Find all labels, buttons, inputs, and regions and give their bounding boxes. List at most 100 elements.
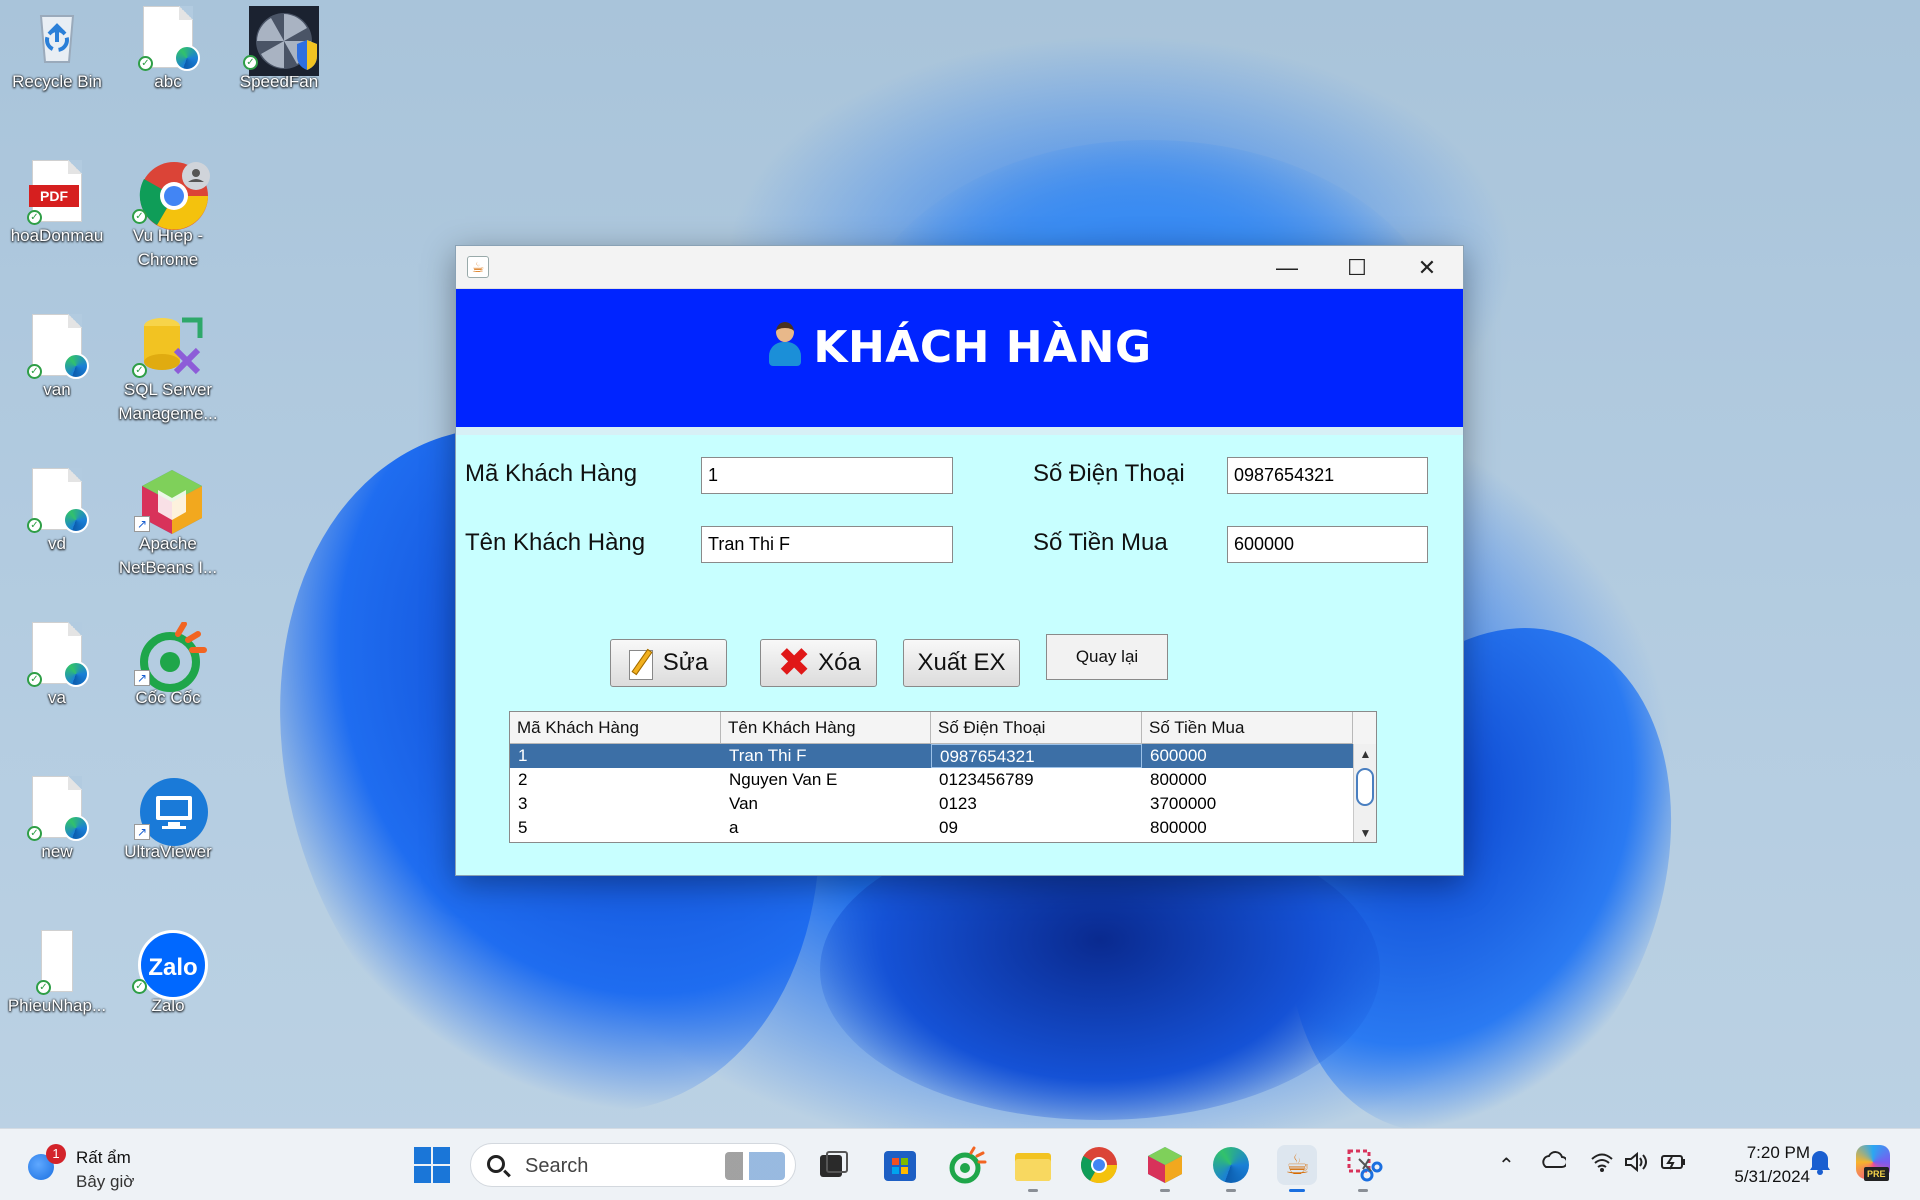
column-header-so-dien-thoai[interactable]: Số Điện Thoại (931, 712, 1142, 744)
xuat-excel-button[interactable]: Xuất EX (903, 639, 1020, 687)
desktop-icon-label: Recycle Bin (12, 72, 102, 91)
page-title: KHÁCH HÀNG (456, 322, 1463, 373)
desktop-icon-label: abc (154, 72, 182, 91)
cell-so-dien-thoai: 09 (939, 818, 958, 837)
snipping-tool-icon[interactable] (1343, 1145, 1383, 1185)
cell-so-dien-thoai: 0987654321 (931, 744, 1142, 768)
battery-icon[interactable] (1660, 1151, 1688, 1179)
wifi-icon[interactable] (1590, 1151, 1614, 1179)
onedrive-cloud-icon[interactable] (1540, 1149, 1568, 1177)
desktop-icon-label: PhieuNhap... (7, 996, 107, 1015)
table-row[interactable]: 2 Nguyen Van E 0123456789 800000 (510, 768, 1353, 792)
document-icon: ✓ (27, 930, 87, 995)
netbeans-taskbar-icon[interactable] (1145, 1145, 1185, 1185)
java-app-icon: ☕ (467, 256, 489, 278)
table-row[interactable]: 3 Van 0123 3700000 (510, 792, 1353, 816)
task-view-icon[interactable] (812, 1145, 852, 1185)
taskbar-search[interactable]: Search (470, 1143, 796, 1187)
copilot-icon[interactable]: PRE (1854, 1143, 1894, 1183)
xuat-excel-button-label: Xuất EX (917, 649, 1006, 676)
start-button[interactable] (412, 1145, 452, 1185)
edge-document-icon: ✓ (27, 314, 89, 379)
notification-bell-icon[interactable] (1808, 1147, 1832, 1181)
scroll-up-arrow-icon[interactable]: ▲ (1354, 744, 1376, 764)
desktop-icon-recycle-bin[interactable]: Recycle Bin (2, 6, 112, 94)
sua-button[interactable]: Sửa (610, 639, 727, 687)
table-header: Mã Khách Hàng Tên Khách Hàng Số Điện Tho… (510, 712, 1376, 744)
customer-table[interactable]: Mã Khách Hàng Tên Khách Hàng Số Điện Tho… (509, 711, 1377, 843)
so-dien-thoai-label: Số Điện Thoại (1033, 460, 1185, 487)
table-corner (1353, 712, 1376, 744)
desktop-icon-label: va (48, 688, 66, 707)
chrome-taskbar-icon[interactable] (1079, 1145, 1119, 1185)
volume-icon[interactable] (1624, 1151, 1648, 1179)
netbeans-icon: ↗ (134, 468, 202, 534)
xoa-button-label: Xóa (818, 649, 861, 676)
so-tien-mua-input[interactable]: 600000 (1227, 526, 1428, 563)
quay-lai-button[interactable]: Quay lại (1046, 634, 1168, 680)
speedfan-icon: ✓ (243, 6, 319, 76)
scroll-down-arrow-icon[interactable]: ▼ (1354, 823, 1376, 842)
column-header-ma-khach-hang[interactable]: Mã Khách Hàng (510, 712, 721, 744)
table-vertical-scrollbar[interactable]: ▲ ▼ (1353, 744, 1376, 842)
so-dien-thoai-input[interactable]: 0987654321 (1227, 457, 1428, 494)
page-title-text: KHÁCH HÀNG (813, 322, 1152, 373)
clock-date: 5/31/2024 (1734, 1167, 1810, 1186)
desktop-icon-sql-server[interactable]: ✓ SQL Server Manageme... (113, 314, 223, 426)
sua-button-label: Sửa (662, 649, 709, 676)
zalo-logo-text: Zalo (138, 930, 208, 1000)
ma-khach-hang-input[interactable]: 1 (701, 457, 953, 494)
table-row[interactable]: 1 Tran Thi F 0987654321 600000 (510, 744, 1353, 768)
running-indicator (1028, 1189, 1038, 1192)
desktop-icon-speedfan[interactable]: ✓ SpeedFan (224, 6, 334, 94)
desktop-icon-coccoc[interactable]: ↗ Cốc Cốc (113, 621, 223, 710)
copilot-pre-badge: PRE (1864, 1167, 1889, 1181)
cell-so-dien-thoai: 0123456789 (939, 770, 1034, 789)
desktop-icon-va[interactable]: ✓ va (2, 622, 112, 710)
desktop-icon-phieunhap[interactable]: ✓ PhieuNhap... (2, 930, 112, 1018)
show-hidden-icons-chevron-icon[interactable]: ⌃ (1498, 1153, 1515, 1178)
desktop-icon-zalo[interactable]: Zalo ✓ Zalo (113, 930, 223, 1018)
file-explorer-icon[interactable] (1013, 1145, 1053, 1185)
sql-server-icon: ✓ (132, 314, 203, 378)
desktop-icon-label: new (41, 842, 73, 861)
desktop-icon-new[interactable]: ✓ new (2, 776, 112, 864)
title-bar[interactable]: ☕ — ☐ ✕ (456, 246, 1463, 289)
scroll-thumb[interactable] (1356, 768, 1374, 806)
search-placeholder: Search (525, 1155, 589, 1177)
ten-khach-hang-input[interactable]: Tran Thi F (701, 526, 953, 563)
desktop-icon-chrome-profile[interactable]: ✓ Vu Hiep - Chrome (113, 160, 223, 272)
weather-time: Bây giờ (76, 1172, 135, 1191)
java-taskbar-icon[interactable]: ☕ (1277, 1145, 1317, 1185)
desktop-icon-van[interactable]: ✓ van (2, 314, 112, 402)
coccoc-taskbar-icon[interactable] (947, 1145, 987, 1185)
ten-khach-hang-label: Tên Khách Hàng (465, 529, 646, 556)
store-icon[interactable] (880, 1145, 920, 1185)
minimize-button[interactable]: — (1252, 246, 1322, 289)
column-header-so-tien-mua[interactable]: Số Tiền Mua (1142, 712, 1353, 744)
desktop-icon-label: van (43, 380, 71, 399)
xoa-button[interactable]: ✖ Xóa (760, 639, 877, 687)
edge-document-icon: ✓ (27, 622, 89, 687)
desktop-icon-label: vd (48, 534, 66, 553)
edge-document-icon: ✓ (138, 6, 200, 71)
zalo-icon: Zalo ✓ (132, 930, 208, 1000)
desktop-icon-hoadonmau[interactable]: PDF ✓ hoaDonmau (2, 160, 112, 248)
quay-lai-button-label: Quay lại (1075, 647, 1139, 666)
clock-time: 7:20 PM (1746, 1143, 1810, 1162)
ultraviewer-icon: ↗ (134, 776, 208, 846)
system-clock[interactable]: 7:20 PM 5/31/2024 (1700, 1141, 1810, 1189)
edge-taskbar-icon[interactable] (1211, 1145, 1251, 1185)
column-header-ten-khach-hang[interactable]: Tên Khách Hàng (721, 712, 931, 744)
desktop-icon-ultraviewer[interactable]: ↗ UltraViewer (113, 776, 223, 864)
chrome-icon: ✓ (132, 160, 210, 230)
desktop-icon-netbeans[interactable]: ↗ Apache NetBeans I... (113, 468, 223, 580)
desktop-icon-abc[interactable]: ✓ abc (113, 6, 223, 94)
cell-ma-khach-hang: 3 (518, 794, 528, 813)
desktop-icon-vd[interactable]: ✓ vd (2, 468, 112, 556)
so-tien-mua-label: Số Tiền Mua (1033, 529, 1168, 556)
desktop-icon-label: hoaDonmau (10, 226, 104, 245)
maximize-button[interactable]: ☐ (1322, 246, 1392, 289)
table-row[interactable]: 5 a 09 800000 (510, 816, 1353, 840)
close-button[interactable]: ✕ (1392, 246, 1462, 289)
